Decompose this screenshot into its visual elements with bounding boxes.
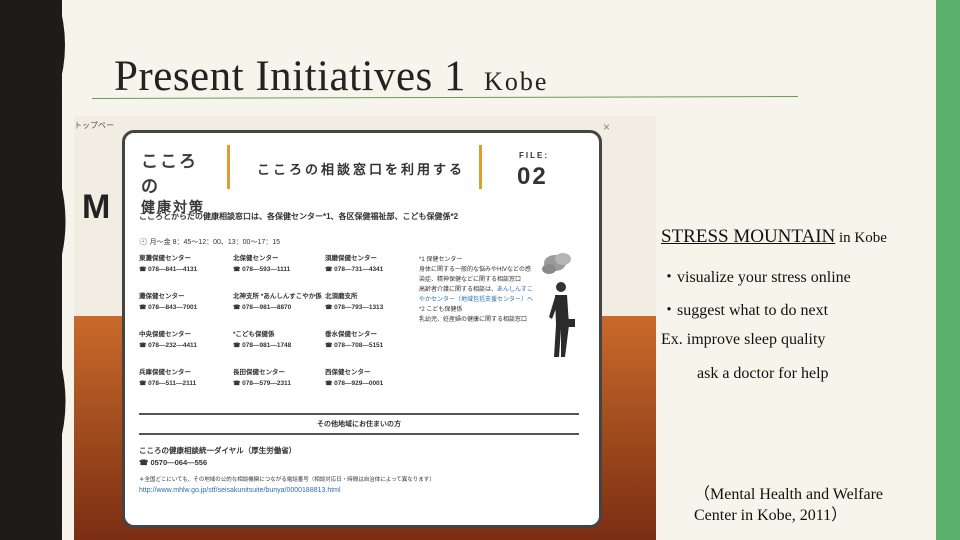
helpline-phone: ☎ 0570—064—556 xyxy=(139,458,208,467)
website-screenshot: トップペー M × こころの 健康対策 こころの相談窓口を利用する FILE: … xyxy=(74,116,656,540)
note1-body: 身体に関する一般的な悩みやHIVなどの感染症、精神保健などに関する相談窓口 xyxy=(419,267,532,283)
hours-text: 月〜金 8：45〜12：00、13：00〜17：15 xyxy=(149,239,281,246)
header-divider-right xyxy=(479,145,482,189)
helpline-footnote: ＊全国どこにいても、その地域の公的な相談機関につながる電話番号（相談対応日・時間… xyxy=(139,477,435,483)
phone-icon: ☎ xyxy=(139,458,151,467)
slide-title: Present Initiatives 1 Kobe xyxy=(114,52,548,101)
note2-title: *2 こども保健係 xyxy=(419,307,463,313)
card-logo: こころの 健康対策 xyxy=(141,147,211,217)
source-citation: （Mental Health and Welfare Center in Kob… xyxy=(694,484,883,526)
left-wave-edge xyxy=(48,0,66,540)
header-divider-left xyxy=(227,145,230,189)
background-tab-label: トップペー xyxy=(74,121,114,130)
center-entry: 北神支所 *あんしんすこやか係078—981—8870 xyxy=(233,291,322,314)
office-hours: 🕘 月〜金 8：45〜12：00、13：00〜17：15 xyxy=(139,237,280,247)
other-areas-heading: その他地域にお住まいの方 xyxy=(317,421,401,428)
card-heading: こころの相談窓口を利用する xyxy=(257,162,466,177)
helpline-block: こころの健康相談統一ダイヤル（厚生労働省） ☎ 0570—064—556 xyxy=(139,445,296,469)
center-entry: *こども保健係078—981—1748 xyxy=(233,329,291,352)
file-label: FILE: xyxy=(519,151,549,160)
close-icon[interactable]: × xyxy=(603,120,610,134)
example-sleep: Ex. improve sleep quality xyxy=(661,331,826,348)
card-intro: こころとからだの健康相談窓口は、各保健センター*1、各区保健福祉部、こども保健係… xyxy=(139,212,459,221)
center-entry: 長田保健センター078—579—2311 xyxy=(233,367,291,390)
in-kobe-label: in Kobe xyxy=(835,230,887,246)
bullet-visualize: ・visualize your stress online xyxy=(661,269,851,286)
example-doctor: ask a doctor for help xyxy=(697,365,829,382)
center-entry: 垂水保健センター078—708—5151 xyxy=(325,329,383,352)
citation-line1: （Mental Health and Welfare xyxy=(694,486,884,503)
center-entry: 西保健センター078—929—0001 xyxy=(325,367,383,390)
helpline-name: こころの健康相談統一ダイヤル（厚生労働省） xyxy=(139,446,297,455)
card-notes: *1 保健センター 身体に関する一般的な悩みやHIVなどの感染症、精神保健などに… xyxy=(419,255,535,325)
consultation-card: こころの 健康対策 こころの相談窓口を利用する FILE: 02 こころとからだ… xyxy=(122,130,602,528)
stress-mountain-label: STRESS MOUNTAIN xyxy=(661,226,836,247)
stressed-person-illustration xyxy=(542,253,575,357)
background-logo-letter: M xyxy=(82,188,111,226)
note1-title: *1 保健センター xyxy=(419,257,463,263)
bullet-suggest: ・suggest what to do next xyxy=(661,302,829,319)
center-entry: 北須磨支所078—793—1313 xyxy=(325,291,383,314)
right-accent-band xyxy=(936,0,960,540)
center-entry: 灘保健センター078—843—7001 xyxy=(139,291,197,314)
note2-body: 乳幼児、妊産婦の健康に関する相談窓口 xyxy=(419,317,528,323)
title-main: Present Initiatives 1 xyxy=(114,53,467,100)
title-underline xyxy=(92,96,798,99)
section-divider-bottom xyxy=(139,433,579,435)
center-entry: 須磨保健センター078—731—4341 xyxy=(325,253,383,276)
note1-link-block: 高齢者介護に関する相談は、あんしんすこやかセンター（地域包括支援センター）へ xyxy=(419,285,535,305)
title-subtitle: Kobe xyxy=(484,67,549,96)
center-entry: 中央保健センター078—232—4411 xyxy=(139,329,197,352)
center-entry: 兵庫保健センター078—511—2111 xyxy=(139,367,196,390)
note1-link-prefix: 高齢者介護に関する相談は、 xyxy=(419,287,498,293)
file-number: 02 xyxy=(517,163,548,190)
clock-icon: 🕘 xyxy=(139,239,150,246)
stress-mountain-line: STRESS MOUNTAIN in Kobe xyxy=(661,226,887,248)
center-entry: 北保健センター078—593—1111 xyxy=(233,253,290,276)
section-divider-top xyxy=(139,413,579,415)
center-entry: 東灘保健センター078—841—4131 xyxy=(139,253,197,276)
citation-line2: Center in Kobe, 2011） xyxy=(694,507,848,524)
logo-line1: こころの xyxy=(141,152,198,196)
mhlw-link[interactable]: http://www.mhlw.go.jp/stf/seisakunitsuit… xyxy=(139,487,341,494)
